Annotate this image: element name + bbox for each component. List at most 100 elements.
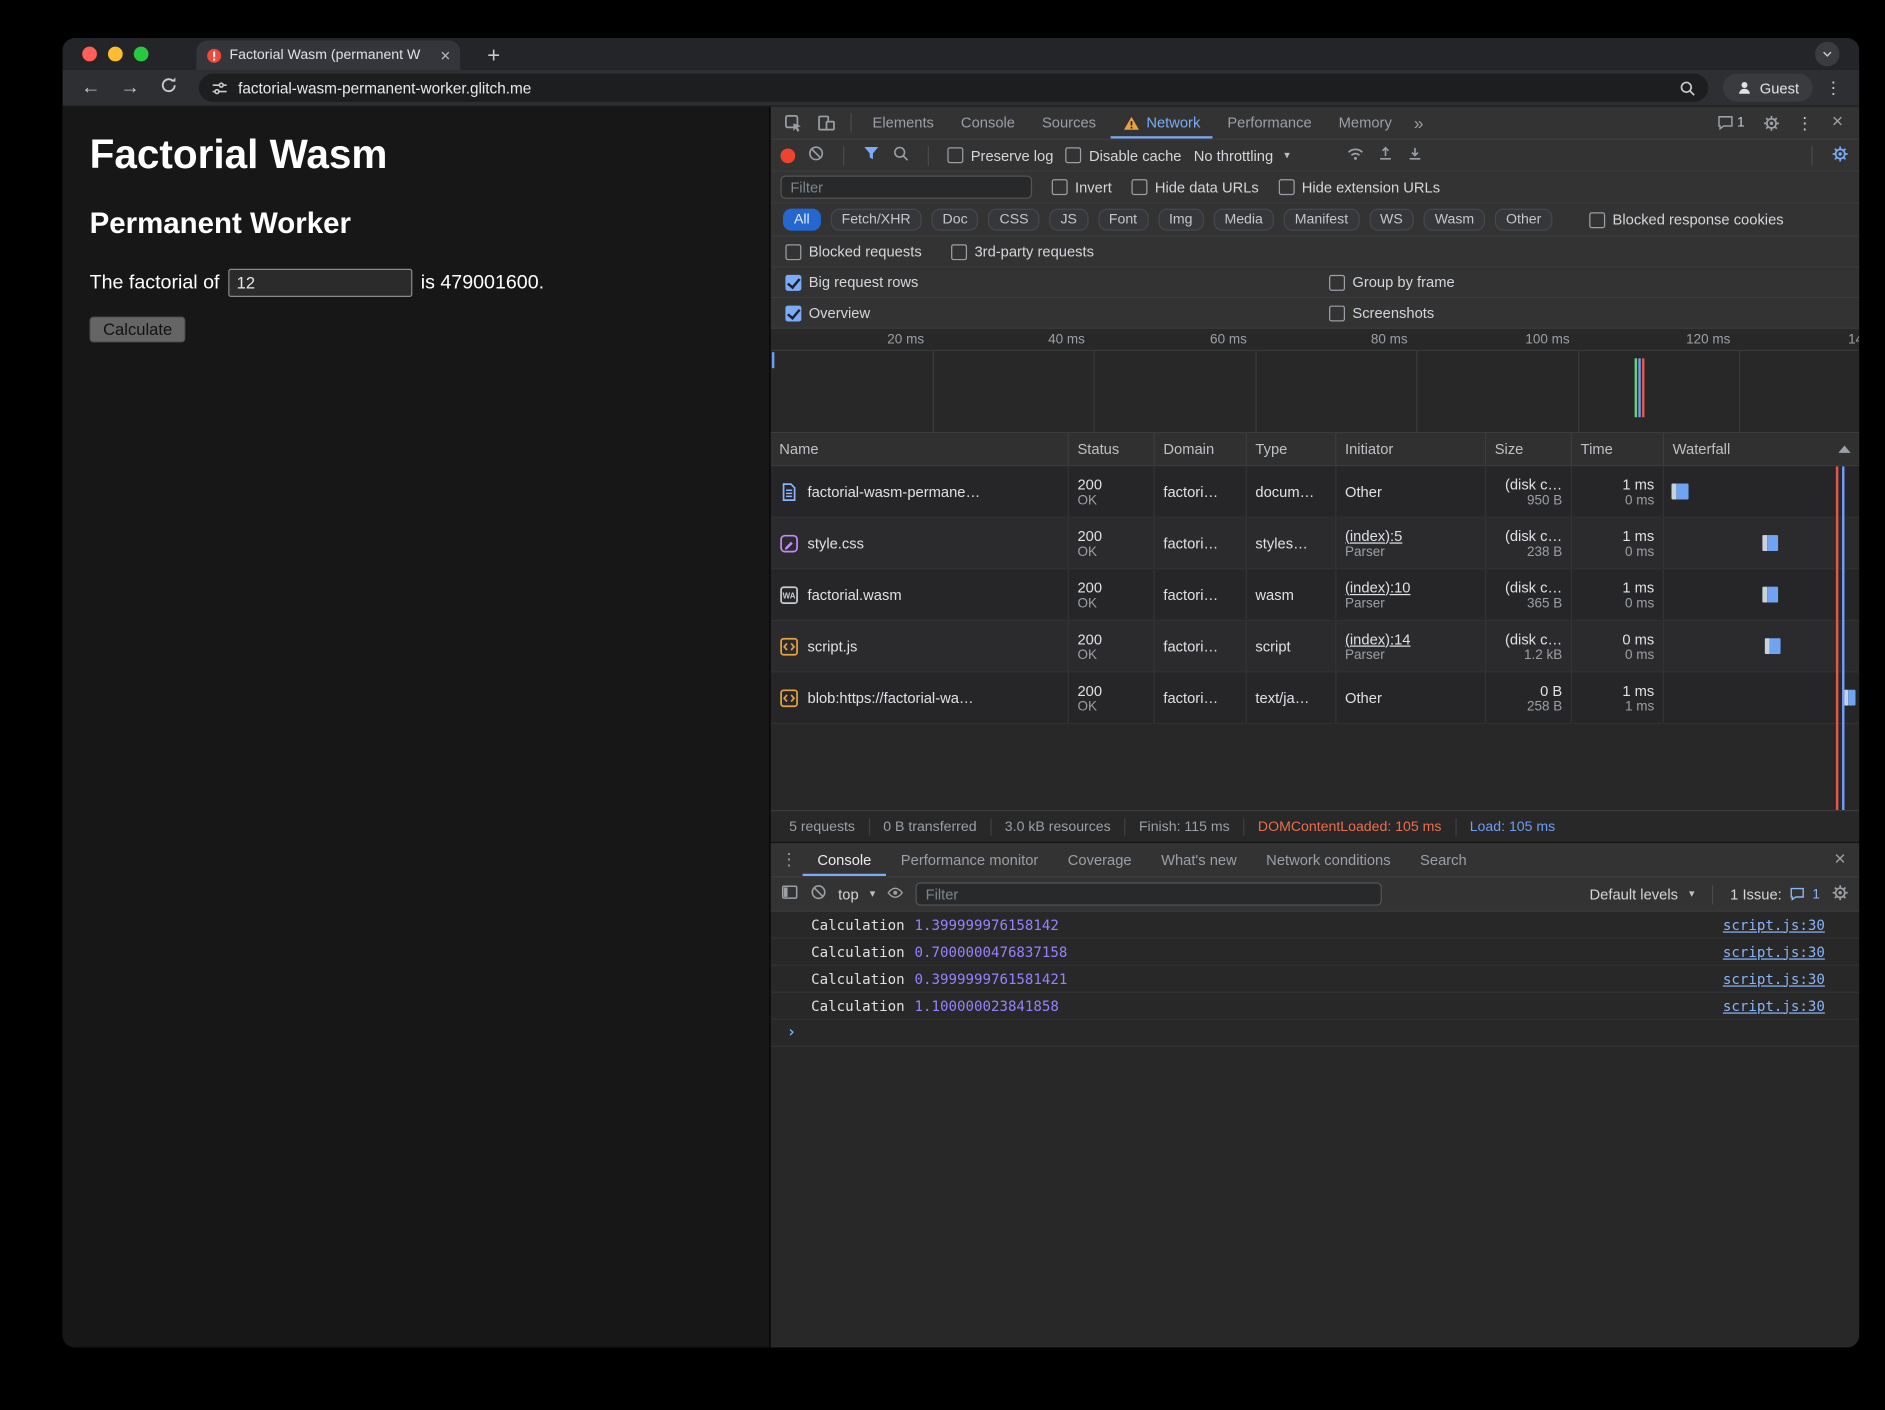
preserve-log-checkbox[interactable]: Preserve log bbox=[947, 147, 1053, 164]
drawer-tab-console[interactable]: Console bbox=[803, 843, 886, 876]
import-har-button[interactable] bbox=[1377, 145, 1394, 166]
source-link[interactable]: script.js:30 bbox=[1723, 970, 1825, 987]
tab-close-icon[interactable]: × bbox=[440, 47, 450, 64]
address-bar[interactable]: factorial-wasm-permanent-worker.glitch.m… bbox=[199, 74, 1708, 102]
tab-network[interactable]: Network bbox=[1111, 107, 1213, 139]
chip-wasm[interactable]: Wasm bbox=[1424, 209, 1486, 231]
chip-js[interactable]: JS bbox=[1049, 209, 1088, 231]
site-settings-tune-icon[interactable] bbox=[211, 79, 228, 96]
third-party-requests-checkbox[interactable]: 3rd-party requests bbox=[951, 243, 1094, 260]
console-issues-link[interactable]: 1 Issue: 1 bbox=[1730, 885, 1820, 902]
console-filter-input[interactable] bbox=[916, 882, 1382, 905]
chip-css[interactable]: CSS bbox=[988, 209, 1039, 231]
table-row-script[interactable]: script.js 200OK factori… script (index):… bbox=[771, 621, 1860, 673]
chip-ws[interactable]: WS bbox=[1369, 209, 1414, 231]
table-row-wasm[interactable]: WA factorial.wasm 200OK factori… wasm (i… bbox=[771, 569, 1860, 621]
back-button[interactable]: ← bbox=[75, 78, 107, 98]
chip-media[interactable]: Media bbox=[1213, 209, 1274, 231]
forward-button[interactable]: → bbox=[114, 78, 146, 98]
console-settings-button[interactable] bbox=[1831, 883, 1849, 905]
new-tab-button[interactable]: + bbox=[480, 43, 508, 68]
network-overview-timeline[interactable]: 20 ms 40 ms 60 ms 80 ms 100 ms 120 ms 14… bbox=[771, 329, 1860, 433]
profile-badge[interactable]: Guest bbox=[1723, 74, 1813, 102]
screenshots-checkbox[interactable]: Screenshots bbox=[1329, 304, 1434, 321]
blocked-response-cookies-checkbox[interactable]: Blocked response cookies bbox=[1589, 211, 1783, 228]
disable-cache-checkbox[interactable]: Disable cache bbox=[1066, 147, 1182, 164]
column-status[interactable]: Status bbox=[1069, 433, 1155, 465]
console-levels-select[interactable]: Default levels▾ bbox=[1590, 885, 1695, 902]
console-context-select[interactable]: top▾ bbox=[838, 885, 875, 902]
drawer-menu-button[interactable]: ⋮ bbox=[776, 849, 803, 870]
invert-checkbox[interactable]: Invert bbox=[1052, 179, 1112, 196]
big-request-rows-checkbox[interactable]: Big request rows bbox=[785, 274, 918, 291]
tab-search-button[interactable] bbox=[1815, 42, 1840, 67]
tab-console[interactable]: Console bbox=[949, 107, 1028, 139]
issues-counter[interactable]: 1 bbox=[1710, 114, 1751, 131]
clear-button[interactable] bbox=[807, 145, 824, 166]
factorial-input[interactable] bbox=[228, 269, 412, 297]
tab-sources[interactable]: Sources bbox=[1030, 107, 1109, 139]
throttling-select[interactable]: No throttling▾ bbox=[1194, 147, 1290, 164]
column-domain[interactable]: Domain bbox=[1155, 433, 1247, 465]
source-link[interactable]: script.js:30 bbox=[1723, 916, 1825, 933]
chip-manifest[interactable]: Manifest bbox=[1284, 209, 1359, 231]
column-time[interactable]: Time bbox=[1572, 433, 1664, 465]
column-name[interactable]: Name bbox=[771, 433, 1069, 465]
initiator-link[interactable]: (index):10 bbox=[1345, 579, 1476, 596]
table-row-document[interactable]: factorial-wasm-permane… 200OK factori… d… bbox=[771, 466, 1860, 518]
devtools-close-button[interactable]: × bbox=[1823, 112, 1852, 134]
chip-other[interactable]: Other bbox=[1495, 209, 1552, 231]
device-toolbar-button[interactable] bbox=[811, 107, 842, 139]
drawer-tab-search[interactable]: Search bbox=[1405, 843, 1481, 876]
browser-tab[interactable]: Factorial Wasm (permanent W × bbox=[196, 40, 460, 69]
devtools-settings-button[interactable] bbox=[1756, 114, 1787, 132]
column-initiator[interactable]: Initiator bbox=[1336, 433, 1486, 465]
network-search-button[interactable] bbox=[892, 145, 909, 166]
devtools-menu-button[interactable]: ⋮ bbox=[1791, 112, 1818, 133]
close-window-button[interactable] bbox=[82, 47, 97, 62]
table-row-blob[interactable]: blob:https://factorial-wa… 200OK factori… bbox=[771, 673, 1860, 725]
drawer-tab-network-conditions[interactable]: Network conditions bbox=[1251, 843, 1405, 876]
inspect-element-button[interactable] bbox=[778, 107, 809, 139]
overview-checkbox[interactable]: Overview bbox=[785, 304, 870, 321]
drawer-tab-performance-monitor[interactable]: Performance monitor bbox=[886, 843, 1053, 876]
console-sidebar-button[interactable] bbox=[780, 884, 798, 905]
reload-button[interactable] bbox=[153, 76, 184, 99]
network-settings-button[interactable] bbox=[1831, 144, 1849, 166]
drawer-close-button[interactable]: × bbox=[1826, 849, 1855, 871]
console-prompt[interactable]: › bbox=[771, 1020, 1860, 1047]
table-row-stylesheet[interactable]: style.css 200OK factori… styles… (index)… bbox=[771, 518, 1860, 570]
chip-img[interactable]: Img bbox=[1158, 209, 1204, 231]
group-by-frame-checkbox[interactable]: Group by frame bbox=[1329, 274, 1455, 291]
record-button[interactable] bbox=[780, 148, 795, 163]
source-link[interactable]: script.js:30 bbox=[1723, 943, 1825, 960]
calculate-button[interactable]: Calculate bbox=[90, 317, 186, 343]
tab-performance[interactable]: Performance bbox=[1215, 107, 1324, 139]
network-conditions-button[interactable] bbox=[1346, 145, 1364, 166]
source-link[interactable]: script.js:30 bbox=[1723, 997, 1825, 1014]
chip-doc[interactable]: Doc bbox=[931, 209, 978, 231]
chip-fetch-xhr[interactable]: Fetch/XHR bbox=[831, 209, 922, 231]
console-eye-button[interactable] bbox=[886, 884, 904, 904]
tab-elements[interactable]: Elements bbox=[860, 107, 946, 139]
browser-menu-button[interactable]: ⋮ bbox=[1820, 77, 1847, 98]
drawer-tab-whats-new[interactable]: What's new bbox=[1146, 843, 1251, 876]
minimize-window-button[interactable] bbox=[108, 47, 123, 62]
chip-font[interactable]: Font bbox=[1098, 209, 1148, 231]
column-size[interactable]: Size bbox=[1486, 433, 1572, 465]
console-clear-button[interactable] bbox=[810, 884, 827, 905]
hide-data-urls-checkbox[interactable]: Hide data URLs bbox=[1131, 179, 1258, 196]
maximize-window-button[interactable] bbox=[134, 47, 149, 62]
more-tabs-button[interactable]: » bbox=[1407, 113, 1431, 133]
blocked-requests-checkbox[interactable]: Blocked requests bbox=[785, 243, 921, 260]
export-har-button[interactable] bbox=[1406, 145, 1423, 166]
network-filter-input[interactable] bbox=[780, 175, 1032, 198]
drawer-tab-coverage[interactable]: Coverage bbox=[1053, 843, 1146, 876]
initiator-link[interactable]: (index):5 bbox=[1345, 527, 1476, 544]
tab-memory[interactable]: Memory bbox=[1326, 107, 1404, 139]
column-waterfall[interactable]: Waterfall bbox=[1664, 433, 1859, 465]
zoom-icon[interactable] bbox=[1679, 79, 1696, 96]
initiator-link[interactable]: (index):14 bbox=[1345, 630, 1476, 647]
chip-all[interactable]: All bbox=[783, 209, 821, 231]
column-type[interactable]: Type bbox=[1247, 433, 1337, 465]
